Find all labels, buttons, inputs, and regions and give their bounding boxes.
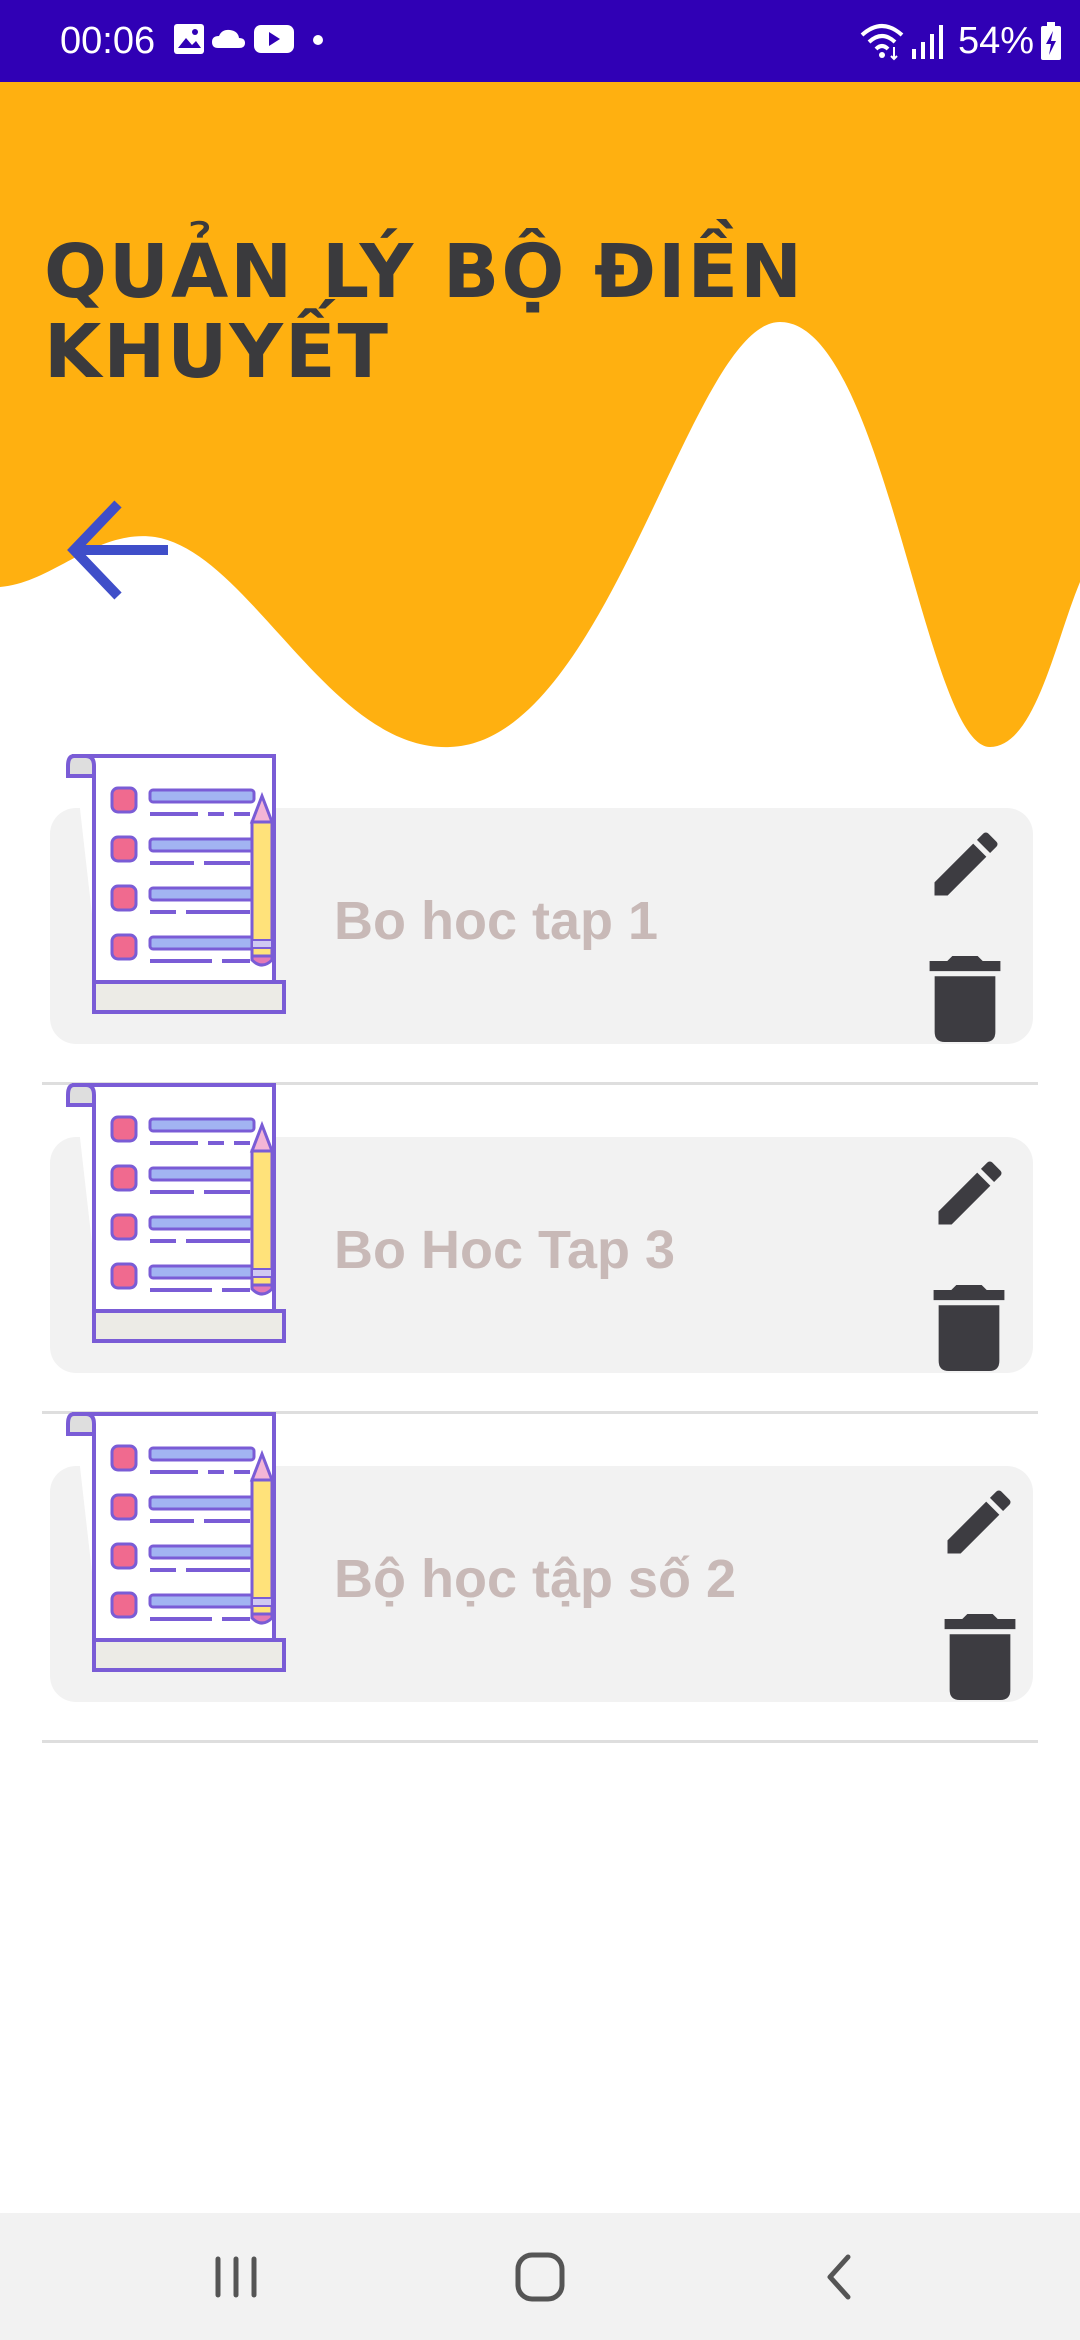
gallery-icon — [174, 24, 204, 54]
home-button[interactable] — [500, 2237, 580, 2317]
set-name: Bo Hoc Tap 3 — [334, 1220, 676, 1280]
cloud-icon — [212, 29, 245, 48]
list-item: Bo Hoc Tap 3 — [0, 1069, 1080, 1414]
system-nav-bar — [0, 2213, 1080, 2340]
battery-charging-icon — [1041, 22, 1061, 60]
pencil-icon — [947, 1490, 1011, 1554]
nav-back-button[interactable] — [800, 2237, 880, 2317]
recents-button[interactable] — [196, 2237, 276, 2317]
fill-in-set-list: Bo hoc tap 1 Bo Hoc Tap 3 Bộ học tập số … — [0, 740, 1080, 1743]
delete-button[interactable] — [933, 1285, 1005, 1371]
list-item: Bo hoc tap 1 — [0, 740, 1080, 1085]
checklist-document-icon — [66, 754, 286, 1014]
divider — [42, 1740, 1038, 1743]
home-icon — [515, 2252, 565, 2302]
status-notification-icons — [172, 22, 342, 63]
list-item: Bộ học tập số 2 — [0, 1398, 1080, 1743]
status-system-icons: 54% — [860, 18, 1062, 64]
trash-icon — [929, 956, 1001, 1042]
battery-percent: 54% — [957, 20, 1034, 62]
delete-button[interactable] — [944, 1614, 1016, 1700]
status-bar: 00:06 54% — [0, 0, 1080, 82]
checklist-document-icon — [66, 1412, 286, 1672]
page-title: QUẢN LÝ BỘ ĐIỀN KHUYẾT — [44, 229, 805, 395]
checklist-document-icon — [66, 1083, 286, 1343]
edit-button[interactable] — [928, 1151, 1012, 1235]
trash-icon — [933, 1285, 1005, 1371]
dot-icon — [313, 35, 323, 45]
edit-button[interactable] — [937, 1480, 1021, 1564]
recents-icon — [215, 2256, 257, 2298]
pencil-icon — [934, 832, 998, 896]
header-background — [0, 82, 1080, 748]
set-name: Bo hoc tap 1 — [334, 891, 659, 951]
edit-button[interactable] — [924, 822, 1008, 906]
arrow-left-icon — [67, 500, 168, 600]
youtube-icon — [254, 25, 294, 53]
delete-button[interactable] — [929, 956, 1001, 1042]
signal-icon — [911, 25, 943, 59]
set-name: Bộ học tập số 2 — [334, 1549, 737, 1609]
back-button[interactable] — [64, 494, 184, 610]
trash-icon — [944, 1614, 1016, 1700]
pencil-icon — [938, 1161, 1002, 1225]
back-icon — [827, 2254, 851, 2300]
status-time: 00:06 — [60, 20, 156, 62]
wifi-icon — [860, 24, 904, 61]
